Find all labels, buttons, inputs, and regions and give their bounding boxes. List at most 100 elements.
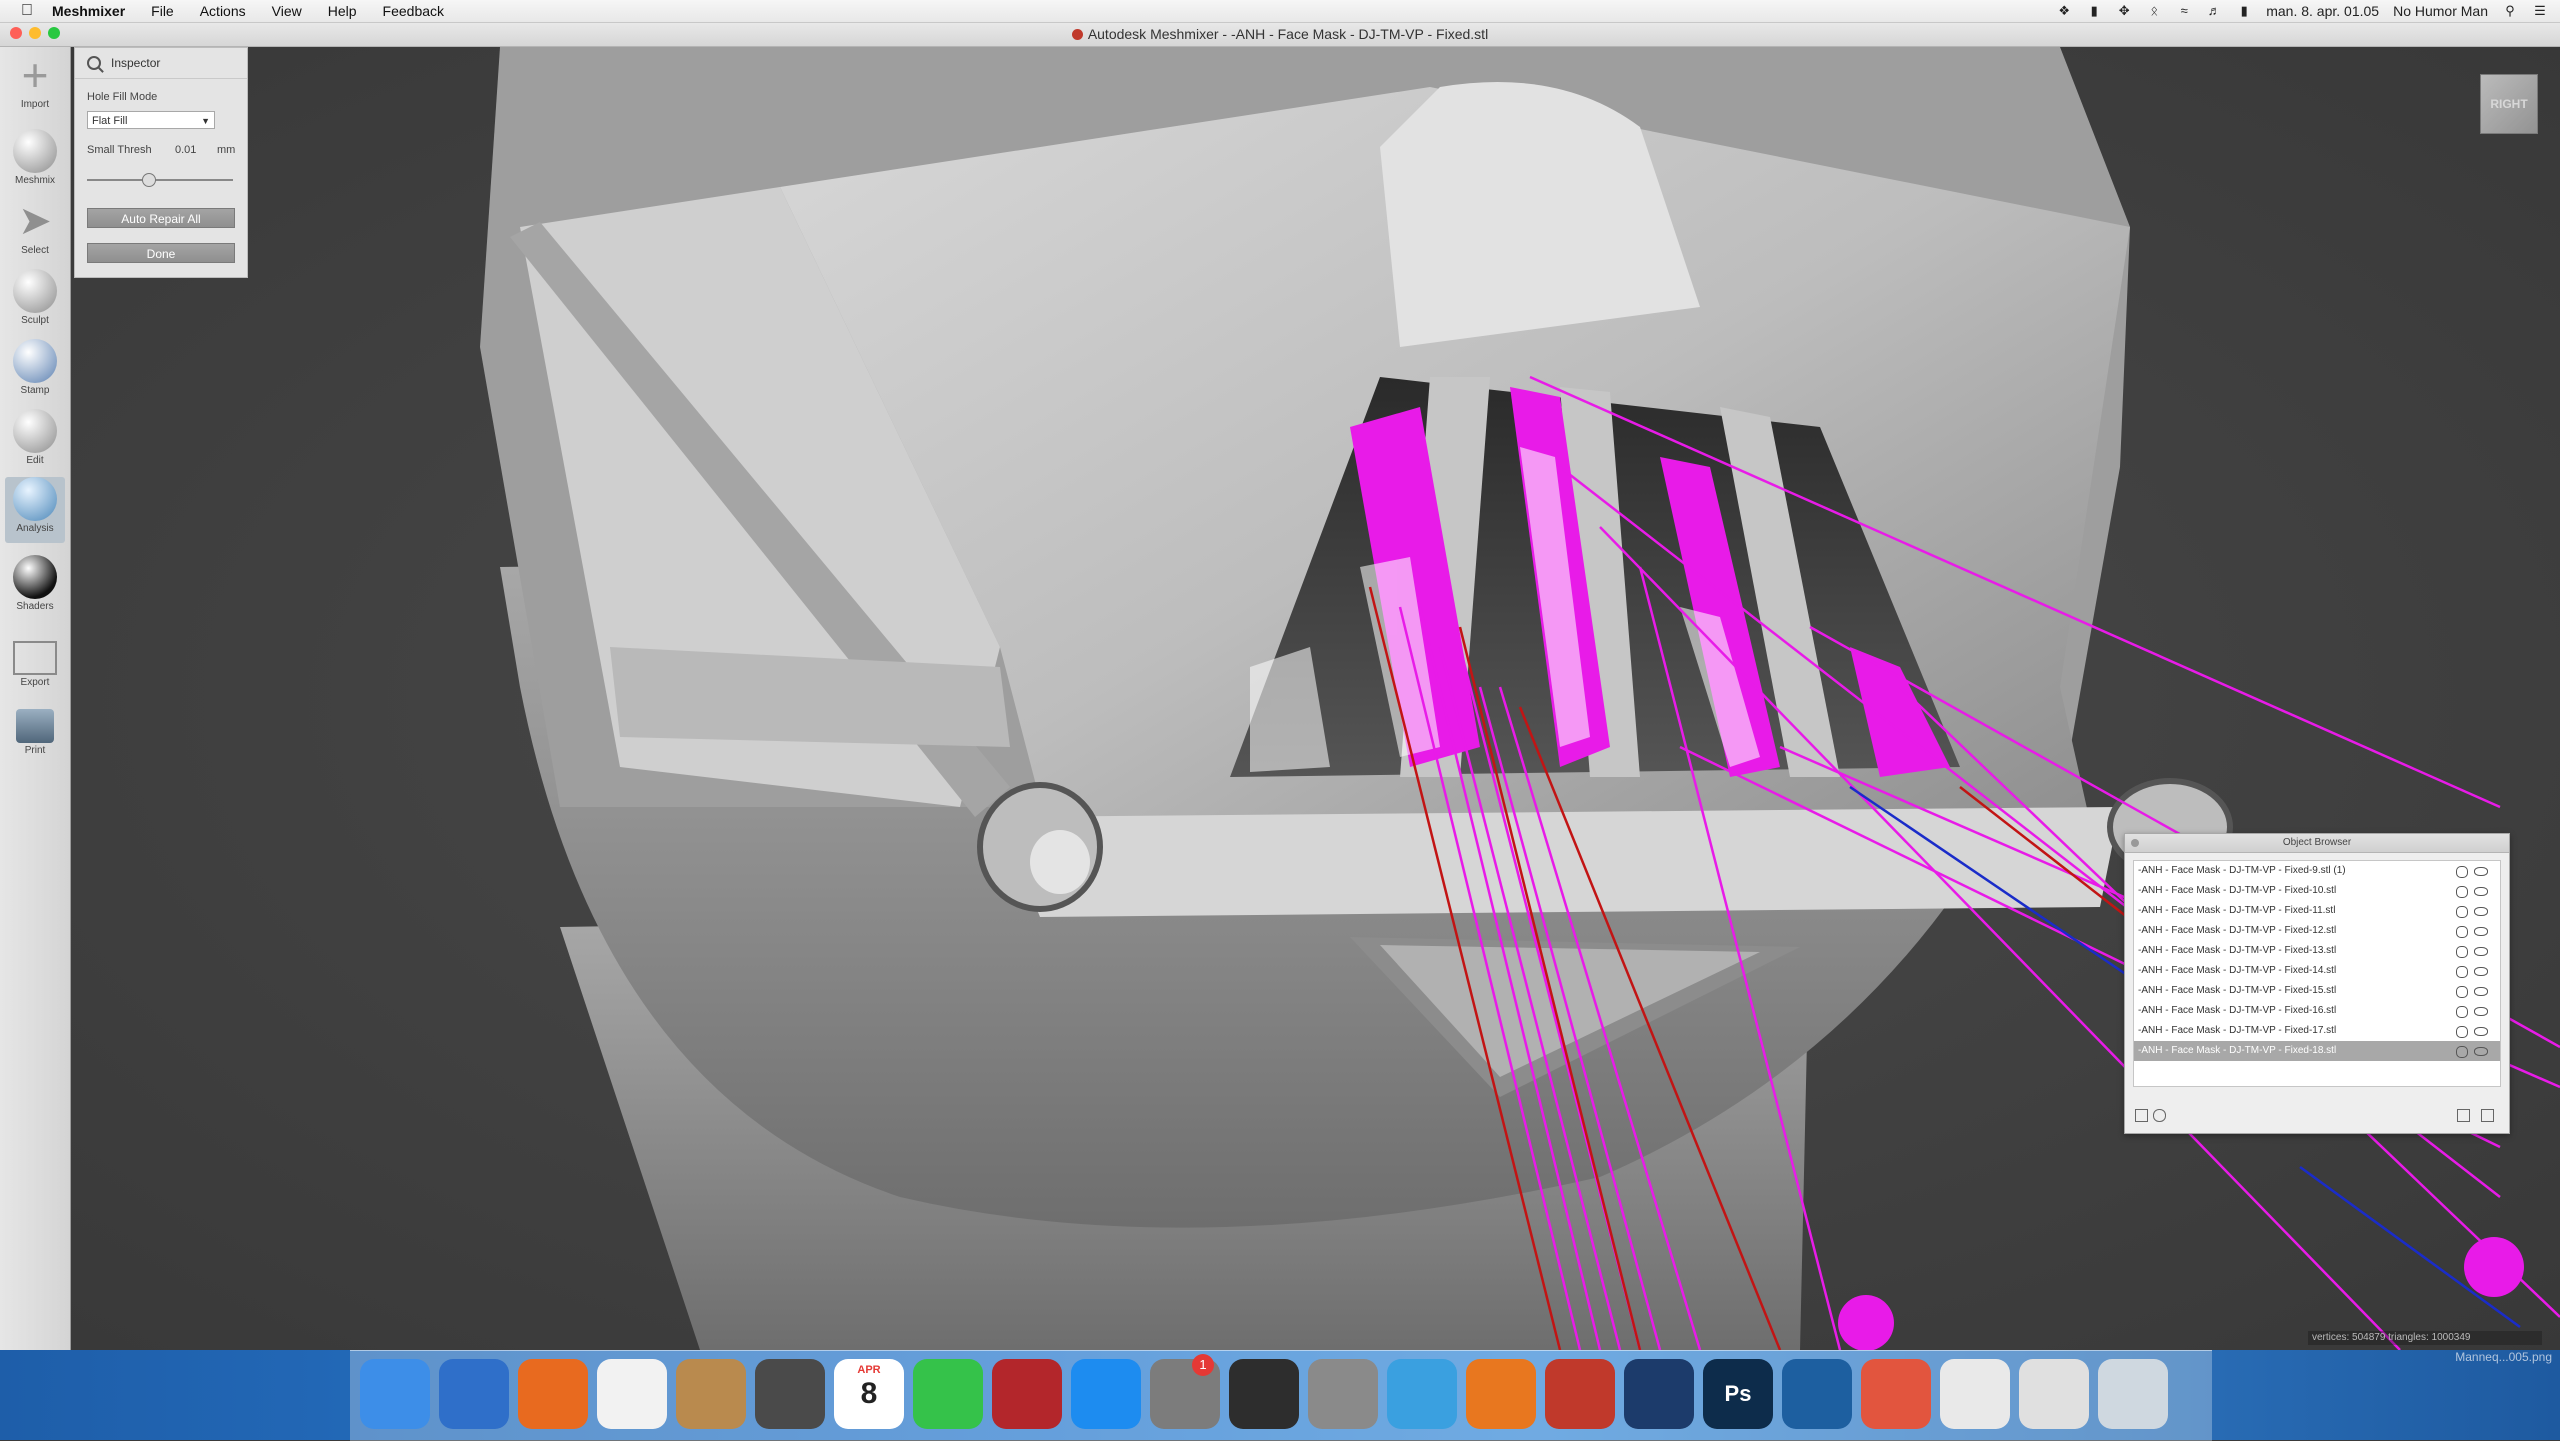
hole-fill-mode-select[interactable]: Flat Fill ▼: [87, 111, 215, 129]
meshmix-icon: [13, 129, 57, 173]
dock: 8 APR Ps: [350, 1350, 2212, 1441]
object-list-item[interactable]: -ANH - Face Mask - DJ-TM-VP - Fixed-18.s…: [2134, 1041, 2500, 1061]
network-icon[interactable]: ✥: [2116, 4, 2132, 18]
document-stack-icon[interactable]: [1940, 1359, 2010, 1429]
visibility-eye-icon[interactable]: [2474, 927, 2488, 936]
tool-stamp[interactable]: Stamp: [5, 339, 65, 405]
mesh-render[interactable]: [0, 47, 2560, 1350]
small-thresh-slider[interactable]: [87, 173, 233, 187]
wifi-icon[interactable]: ≈: [2176, 4, 2192, 18]
object-list-item[interactable]: -ANH - Face Mask - DJ-TM-VP - Fixed-15.s…: [2134, 981, 2500, 1001]
quicktime-icon[interactable]: [1782, 1359, 1852, 1429]
object-list-item[interactable]: -ANH - Face Mask - DJ-TM-VP - Fixed-12.s…: [2134, 921, 2500, 941]
photobooth-icon[interactable]: [992, 1359, 1062, 1429]
lock-icon[interactable]: [2456, 906, 2468, 918]
tool-import[interactable]: + Import: [5, 52, 65, 119]
firefox-icon[interactable]: [518, 1359, 588, 1429]
lock-icon[interactable]: [2456, 926, 2468, 938]
lock-icon[interactable]: [2456, 1006, 2468, 1018]
visibility-eye-icon[interactable]: [2474, 967, 2488, 976]
battery-icon[interactable]: ▮: [2236, 4, 2252, 18]
thunderbird-icon[interactable]: [439, 1359, 509, 1429]
cube-icon[interactable]: [2135, 1109, 2148, 1122]
trash-icon[interactable]: [2481, 1109, 2494, 1122]
spotlight-icon[interactable]: ⚲: [2502, 4, 2518, 18]
menu-actions[interactable]: Actions: [200, 3, 246, 19]
object-list-item[interactable]: -ANH - Face Mask - DJ-TM-VP - Fixed-14.s…: [2134, 961, 2500, 981]
blender-icon[interactable]: [1466, 1359, 1536, 1429]
app-status-icon[interactable]: ▮: [2086, 4, 2102, 18]
duplicate-icon[interactable]: [2457, 1109, 2470, 1122]
finder-icon[interactable]: [360, 1359, 430, 1429]
photoshop-icon[interactable]: Ps: [1703, 1359, 1773, 1429]
clock[interactable]: man. 8. apr. 01.05: [2266, 3, 2379, 19]
contacts-icon[interactable]: [676, 1359, 746, 1429]
menu-file[interactable]: File: [151, 3, 174, 19]
dropbox-icon[interactable]: ❖: [2056, 4, 2072, 18]
lock-icon[interactable]: [2456, 966, 2468, 978]
brush-icon: [13, 269, 57, 313]
c4d-icon[interactable]: [1624, 1359, 1694, 1429]
dock-item-sublabel: APR: [857, 1364, 881, 1376]
object-list-item[interactable]: -ANH - Face Mask - DJ-TM-VP - Fixed-17.s…: [2134, 1021, 2500, 1041]
volume-icon[interactable]: ♬: [2206, 4, 2222, 18]
lock-icon[interactable]: [2456, 1046, 2468, 1058]
app-menu[interactable]: Meshmixer: [52, 3, 125, 19]
visibility-eye-icon[interactable]: [2474, 987, 2488, 996]
tool-edit[interactable]: Edit: [5, 409, 65, 475]
object-list-item[interactable]: -ANH - Face Mask - DJ-TM-VP - Fixed-11.s…: [2134, 901, 2500, 921]
document-icon[interactable]: [597, 1359, 667, 1429]
trash-icon[interactable]: [2098, 1359, 2168, 1429]
lock-icon[interactable]: [2456, 986, 2468, 998]
peach-icon[interactable]: [1861, 1359, 1931, 1429]
desktop-file-label[interactable]: Manneq...005.png: [2440, 1350, 2552, 1364]
slider-handle[interactable]: [142, 173, 157, 187]
lock-icon[interactable]: [2456, 886, 2468, 898]
visibility-eye-icon[interactable]: [2474, 867, 2488, 876]
rocket-icon[interactable]: [1308, 1359, 1378, 1429]
done-button[interactable]: Done: [87, 243, 235, 263]
lock-icon[interactable]: [2456, 866, 2468, 878]
tool-select[interactable]: ➤ Select: [5, 199, 65, 265]
app-store-icon[interactable]: [1071, 1359, 1141, 1429]
menu-help[interactable]: Help: [328, 3, 357, 19]
view-cube[interactable]: RIGHT: [2480, 74, 2538, 134]
menu-view[interactable]: View: [272, 3, 302, 19]
tool-meshmix[interactable]: Meshmix: [5, 129, 65, 195]
visibility-eye-icon[interactable]: [2474, 1027, 2488, 1036]
clock-icon[interactable]: [2153, 1109, 2166, 1122]
visibility-eye-icon[interactable]: [2474, 887, 2488, 896]
3d-viewport[interactable]: [0, 47, 2560, 1350]
visibility-eye-icon[interactable]: [2474, 947, 2488, 956]
small-thresh-value[interactable]: 0.01: [175, 144, 196, 156]
object-list-item[interactable]: -ANH - Face Mask - DJ-TM-VP - Fixed-10.s…: [2134, 881, 2500, 901]
visibility-eye-icon[interactable]: [2474, 907, 2488, 916]
document-stack-icon[interactable]: [2019, 1359, 2089, 1429]
dock-item-label: Ps: [1724, 1381, 1752, 1406]
monitor-icon[interactable]: [1229, 1359, 1299, 1429]
object-list-item[interactable]: -ANH - Face Mask - DJ-TM-VP - Fixed-13.s…: [2134, 941, 2500, 961]
tool-analysis[interactable]: Analysis: [5, 477, 65, 543]
tool-sculpt[interactable]: Sculpt: [5, 269, 65, 335]
tool-shaders[interactable]: Shaders: [5, 555, 65, 621]
gem-icon[interactable]: [1545, 1359, 1615, 1429]
apple-icon[interactable]: : [18, 2, 36, 20]
auto-repair-all-button[interactable]: Auto Repair All: [87, 208, 235, 228]
facetime-icon[interactable]: [913, 1359, 983, 1429]
bluetooth-icon[interactable]: ᛟ: [2146, 4, 2162, 18]
tool-export[interactable]: Export: [5, 633, 65, 699]
menu-feedback[interactable]: Feedback: [383, 3, 444, 19]
star-icon[interactable]: [755, 1359, 825, 1429]
close-icon[interactable]: [2131, 839, 2139, 847]
visibility-eye-icon[interactable]: [2474, 1047, 2488, 1056]
object-list-item[interactable]: -ANH - Face Mask - DJ-TM-VP - Fixed-16.s…: [2134, 1001, 2500, 1021]
user-name[interactable]: No Humor Man: [2393, 3, 2488, 19]
calendar-icon[interactable]: 8 APR: [834, 1359, 904, 1429]
notification-center-icon[interactable]: ☰: [2532, 4, 2548, 18]
meshmixer-dock-icon[interactable]: [1387, 1359, 1457, 1429]
lock-icon[interactable]: [2456, 1026, 2468, 1038]
lock-icon[interactable]: [2456, 946, 2468, 958]
object-list-item[interactable]: -ANH - Face Mask - DJ-TM-VP - Fixed-9.st…: [2134, 861, 2500, 881]
visibility-eye-icon[interactable]: [2474, 1007, 2488, 1016]
tool-print[interactable]: Print: [5, 703, 65, 769]
